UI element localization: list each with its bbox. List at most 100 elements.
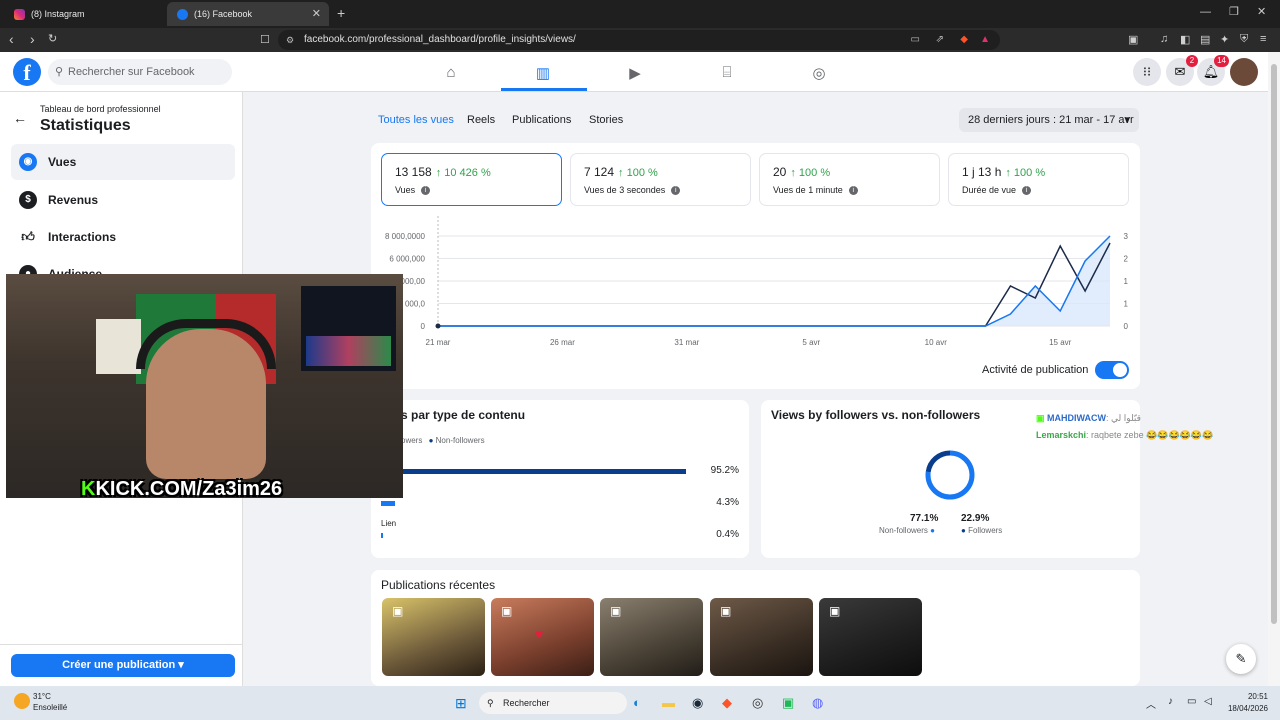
tab-instagram[interactable]: (8) Instagram bbox=[4, 2, 164, 26]
obs-icon[interactable]: ◎ bbox=[752, 695, 763, 711]
x-tick-label: 31 mar bbox=[674, 338, 699, 347]
tab-facebook[interactable]: (16) Facebook ✕ bbox=[167, 2, 329, 26]
restore-icon[interactable]: ❐ bbox=[1229, 5, 1239, 18]
vpn-icon[interactable]: ⛨ bbox=[1240, 33, 1248, 46]
card-title: s par type de contenu bbox=[401, 408, 526, 422]
menu-grid-icon[interactable]: ⁝⁝ bbox=[1133, 58, 1161, 86]
metric-duree[interactable]: 1 j 13 h ↑ 100 % Durée de vue i bbox=[948, 153, 1129, 206]
avatar[interactable] bbox=[1230, 58, 1258, 86]
chevron-up-icon[interactable]: ︿ bbox=[1146, 696, 1156, 711]
menu-icon[interactable]: ≡ bbox=[1260, 33, 1266, 45]
screenshot-icon[interactable]: ▣ bbox=[1128, 33, 1138, 46]
tab-publications[interactable]: Publications bbox=[512, 114, 571, 126]
tab-title: (8) Instagram bbox=[31, 9, 85, 19]
y-tick-label: 0 bbox=[421, 322, 426, 331]
metric-label: Vues de 1 minute bbox=[773, 185, 843, 195]
sidebar-item-vues[interactable]: ◉ Vues bbox=[11, 144, 235, 180]
tab-reels[interactable]: Reels bbox=[467, 114, 495, 126]
sidebar-item-label: Vues bbox=[48, 155, 77, 169]
scrollbar-thumb[interactable] bbox=[1271, 64, 1277, 624]
recent-post-thumbnail[interactable]: ▣ bbox=[600, 598, 703, 676]
profile-circle-icon[interactable]: ◎ bbox=[810, 64, 828, 82]
x-tick-label: 26 mar bbox=[550, 338, 575, 347]
content-type-bar bbox=[381, 533, 383, 538]
sidebar-item-revenus[interactable]: $ Revenus bbox=[11, 182, 235, 218]
info-icon[interactable]: i bbox=[421, 186, 431, 196]
back-icon[interactable]: ‹ bbox=[9, 31, 14, 47]
facebook-icon bbox=[177, 8, 188, 20]
views-line-chart: 8 000,0000 36 000,000 24 000,00 12 000,0 10 0… bbox=[385, 216, 1129, 347]
notifications-icon[interactable]: 🔔︎ 14 bbox=[1197, 55, 1229, 86]
sidebar-item-label: Revenus bbox=[48, 193, 99, 207]
metric-delta: ↑ 100 % bbox=[790, 167, 831, 179]
sidebar-toggle-icon[interactable]: ◧ bbox=[1180, 33, 1190, 46]
tab-toutes-les-vues[interactable]: Toutes les vues bbox=[378, 114, 454, 126]
create-post-button[interactable]: Créer une publication ▾ bbox=[11, 654, 235, 677]
bookmark-icon[interactable]: ☐ bbox=[260, 33, 270, 46]
info-icon[interactable]: i bbox=[1022, 186, 1032, 196]
marketplace-icon[interactable]: ⌸ bbox=[718, 64, 736, 81]
brave-shield-icon[interactable]: ◆ bbox=[960, 30, 968, 50]
sidebar-item-interactions[interactable]: 👍︎ Interactions bbox=[11, 219, 235, 255]
close-tab-icon[interactable]: ✕ bbox=[312, 7, 321, 20]
forward-icon[interactable]: › bbox=[30, 31, 35, 47]
date-range-dropdown[interactable]: 28 derniers jours : 21 mar - 17 avr ▾ bbox=[959, 108, 1139, 132]
wallet-icon[interactable]: ▤ bbox=[1200, 33, 1210, 46]
brave-icon[interactable]: ◆ bbox=[722, 695, 732, 711]
recent-post-thumbnail[interactable]: ▣ ♥ bbox=[491, 598, 594, 676]
content-type-bar bbox=[381, 501, 395, 506]
url-field[interactable]: ⚙ facebook.com/professional_dashboard/pr… bbox=[278, 30, 1000, 50]
microphone-icon[interactable]: ♪ bbox=[1168, 696, 1173, 707]
toggle-label: Activité de publication bbox=[982, 364, 1089, 376]
compose-icon[interactable]: ✎ bbox=[1226, 644, 1256, 674]
chat-user-icon: ▣ bbox=[1036, 413, 1045, 423]
volume-icon[interactable]: ◁ bbox=[1204, 696, 1212, 707]
close-window-icon[interactable]: ✕ bbox=[1257, 5, 1266, 18]
weather-icon[interactable] bbox=[14, 693, 30, 709]
publication-activity-toggle[interactable] bbox=[1095, 361, 1129, 379]
y-right-tick-label: 2 bbox=[1124, 255, 1129, 264]
minimize-icon[interactable]: — bbox=[1200, 6, 1211, 18]
page-scrollbar[interactable] bbox=[1268, 52, 1280, 686]
x-tick-label: 21 mar bbox=[426, 338, 451, 347]
whatsapp-icon[interactable]: ▣ bbox=[782, 695, 794, 711]
cast-icon[interactable]: ▭ bbox=[911, 30, 920, 50]
date-range-label: 28 derniers jours : 21 mar - 17 avr bbox=[968, 114, 1134, 126]
donut-label: Followers bbox=[968, 526, 1003, 535]
site-info-icon[interactable]: ⚙ bbox=[286, 30, 294, 50]
leo-ai-icon[interactable]: ✦ bbox=[1220, 33, 1229, 46]
dashboard-icon[interactable]: ▥ bbox=[534, 64, 552, 82]
windows-start-icon[interactable]: ⊞ bbox=[455, 695, 467, 712]
music-icon[interactable]: ♫ bbox=[1160, 33, 1168, 45]
back-arrow-icon[interactable]: ← bbox=[13, 110, 27, 126]
messenger-icon[interactable]: ✉ 2 bbox=[1166, 55, 1198, 86]
edge-icon[interactable]: ◐ bbox=[633, 695, 641, 710]
share-icon[interactable]: ⇗ bbox=[936, 30, 944, 50]
recent-post-thumbnail[interactable]: ▣ bbox=[819, 598, 922, 676]
recent-post-thumbnail[interactable]: ▣ bbox=[710, 598, 813, 676]
new-tab-button[interactable]: + bbox=[337, 5, 345, 21]
home-icon[interactable]: ⌂ bbox=[442, 64, 460, 81]
rewards-icon[interactable]: ▲ bbox=[980, 30, 990, 50]
metric-value: 1 j 13 h bbox=[962, 165, 1002, 179]
file-explorer-icon[interactable]: ▬ bbox=[662, 695, 675, 710]
steam-icon[interactable]: ◉ bbox=[692, 695, 703, 711]
recent-post-thumbnail[interactable]: ▣ bbox=[382, 598, 485, 676]
metric-vues[interactable]: 13 158 ↑ 10 426 % Vues i bbox=[381, 153, 562, 206]
tab-stories[interactable]: Stories bbox=[589, 114, 623, 126]
video-icon[interactable]: ▶ bbox=[626, 64, 644, 82]
facebook-logo[interactable]: f bbox=[13, 58, 41, 86]
facebook-search-input[interactable]: ⚲ Rechercher sur Facebook bbox=[48, 59, 232, 85]
tv-content bbox=[306, 336, 391, 366]
info-icon[interactable]: i bbox=[848, 186, 858, 196]
metric-vues-3s[interactable]: 7 124 ↑ 100 % Vues de 3 secondes i bbox=[570, 153, 751, 206]
info-icon[interactable]: i bbox=[671, 186, 681, 196]
reload-icon[interactable]: ↻ bbox=[48, 32, 57, 45]
metric-vues-1min[interactable]: 20 ↑ 100 % Vues de 1 minute i bbox=[759, 153, 940, 206]
taskbar-search[interactable]: ⚲ Rechercher bbox=[479, 692, 627, 714]
discord-icon[interactable]: ◍ bbox=[812, 695, 823, 711]
legend-followers: owers bbox=[401, 436, 423, 445]
browser-tab-bar: (8) Instagram (16) Facebook ✕ + — ❐ ✕ bbox=[0, 0, 1280, 28]
network-icon[interactable]: ▭ bbox=[1187, 696, 1196, 707]
reel-icon: ▣ bbox=[501, 604, 513, 618]
